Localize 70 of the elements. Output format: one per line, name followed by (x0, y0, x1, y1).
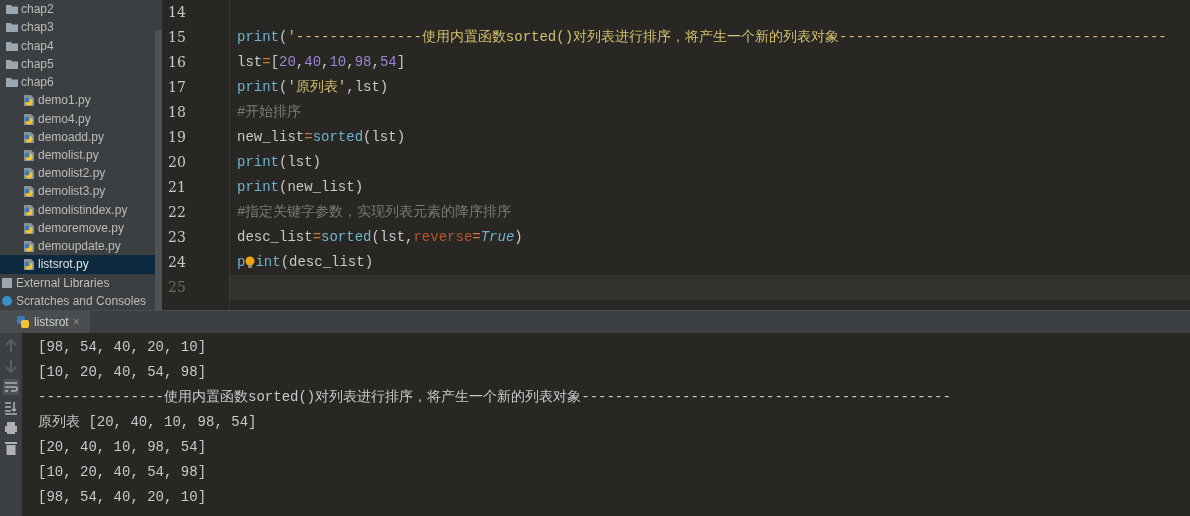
line-number: 20 (168, 153, 187, 172)
line-number: 23 (168, 228, 187, 247)
trash-icon[interactable] (5, 441, 17, 455)
tree-item[interactable]: demolist3.py (0, 182, 155, 201)
code-line: print(new_list) (237, 178, 364, 197)
print-icon[interactable] (4, 421, 18, 435)
console-line: [98, 54, 40, 20, 10] (38, 338, 208, 357)
tree-item[interactable]: chap3 (0, 18, 155, 37)
python-file-icon (22, 166, 36, 181)
python-file-icon (22, 239, 36, 254)
line-number: 22 (168, 203, 187, 222)
folder-icon (5, 20, 19, 35)
code-line: int(desc_list) (255, 253, 374, 272)
console-line: [98, 54, 40, 20, 10] (38, 488, 208, 507)
scrollbar[interactable] (155, 30, 162, 310)
console-line: 原列表 [20, 40, 10, 98, 54] (38, 413, 258, 432)
line-number: 18 (168, 103, 187, 122)
tree-item[interactable]: chap6 (0, 72, 155, 92)
line-number: 17 (168, 78, 187, 97)
python-file-icon (22, 184, 36, 199)
code-line: print('---------------使用内置函数sorted()对列表进行排序，将产生一个新的列表对象--------------------------------------- (237, 28, 1167, 47)
library-icon (0, 275, 14, 290)
code-line: print(lst) (237, 153, 322, 172)
folder-icon (5, 75, 19, 90)
console-line: [10, 20, 40, 54, 98] (38, 463, 208, 482)
tree-item[interactable]: chap2 (0, 0, 155, 19)
code-line: print('原列表',lst) (237, 78, 389, 97)
run-tab[interactable]: listsrot × (0, 311, 90, 333)
python-file-icon (22, 129, 36, 144)
tree-item[interactable]: Scratches and Consoles (0, 291, 155, 310)
python-file-icon (22, 148, 36, 162)
tree-item[interactable]: demolistindex.py (0, 200, 155, 219)
tree-item[interactable]: chap5 (0, 54, 155, 73)
code-line: lst=[20,40,10,98,54] (237, 53, 406, 72)
tree-item[interactable]: chap4 (0, 36, 155, 55)
tree-item[interactable]: demolist2.py (0, 164, 155, 183)
folder-icon (5, 2, 19, 17)
tree-item[interactable]: External Libraries (0, 273, 155, 292)
line-number: 15 (168, 28, 187, 47)
tree-item[interactable]: demoremove.py (0, 218, 155, 238)
line-number: 14 (168, 3, 187, 22)
python-file-icon (22, 202, 36, 217)
tree-item[interactable]: demoadd.py (0, 127, 155, 146)
line-number: 24 (168, 253, 187, 272)
tree-item[interactable]: listsrot.py (0, 255, 155, 274)
console-line: [20, 40, 10, 98, 54] (38, 438, 208, 457)
lightbulb-icon[interactable] (245, 256, 256, 269)
tree-item[interactable]: demolist.py (0, 145, 155, 165)
tree-item[interactable]: demoupdate.py (0, 237, 155, 256)
code-line: desc_list=sorted(lst,reverse=True) (237, 228, 523, 247)
python-icon (16, 315, 30, 329)
scratch-icon (0, 293, 14, 308)
scroll-to-end-icon[interactable] (4, 401, 18, 415)
code-line: #指定关键字参数，实现列表元素的降序排序 (237, 203, 512, 222)
console-line: [10, 20, 40, 54, 98] (38, 363, 208, 382)
tree-item[interactable]: demo4.py (0, 109, 155, 128)
line-number: 25 (168, 278, 187, 297)
code-line: #开始排序 (237, 103, 302, 122)
console-line: ---------------使用内置函数sorted()对列表进行排序，将产生一个新的列表对象-------------------------------------------- (38, 388, 951, 407)
line-number: 21 (168, 178, 187, 197)
line-number: 19 (168, 128, 187, 147)
line-number: 16 (168, 53, 187, 72)
python-file-icon (22, 220, 36, 235)
soft-wrap-icon[interactable] (3, 379, 19, 395)
python-file-icon (22, 93, 36, 108)
tree-item[interactable]: demo1.py (0, 91, 155, 110)
code-line: p (237, 253, 246, 272)
python-file-icon (22, 257, 36, 272)
code-line: new_list=sorted(lst) (237, 128, 406, 147)
python-file-icon (22, 111, 36, 126)
